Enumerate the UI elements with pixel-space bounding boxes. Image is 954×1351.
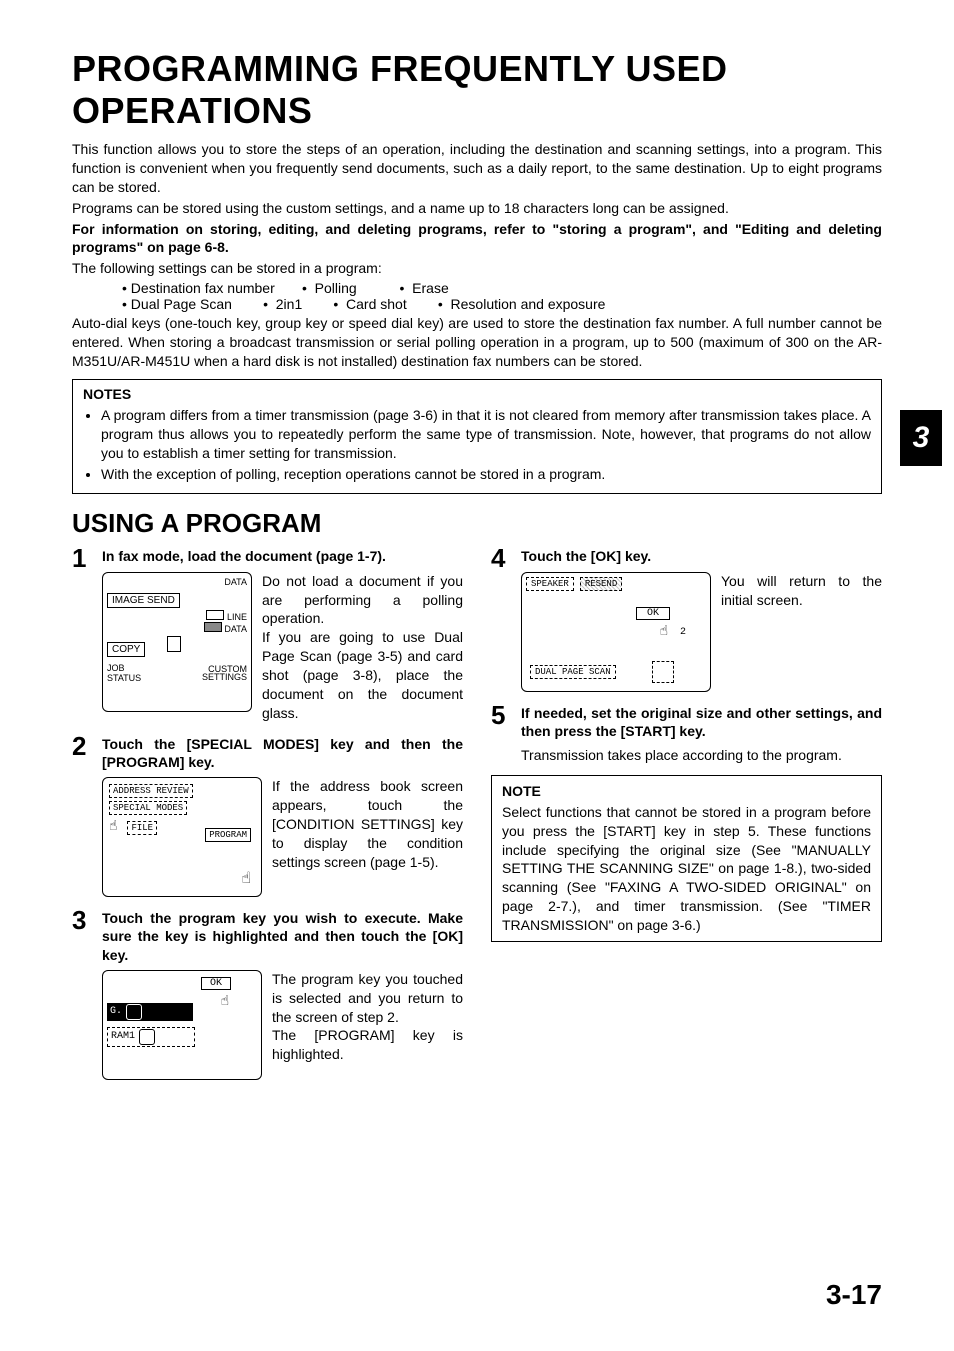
step-1-text: Do not load a document if you are perfor… xyxy=(262,572,463,723)
step-3-text: The program key you touched is selected … xyxy=(272,970,463,1064)
page: 3 PROGRAMMING FREQUENTLY USED OPERATIONS… xyxy=(0,0,954,1351)
step-5-text: Transmission takes place according to th… xyxy=(521,746,882,765)
step-1-num: 1 xyxy=(72,545,94,722)
step-2-num: 2 xyxy=(72,733,94,897)
step-5: 5 If needed, set the original size and o… xyxy=(491,702,882,765)
page-title: PROGRAMMING FREQUENTLY USED OPERATIONS xyxy=(72,48,882,132)
il4-dual-page-scan: DUAL PAGE SCAN xyxy=(530,665,616,679)
step-3-title: Touch the program key you wish to execut… xyxy=(102,909,463,964)
notes-bullet-2: With the exception of polling, reception… xyxy=(101,465,871,484)
step-4: 4 Touch the [OK] key. SPEAKER RESEND OK … xyxy=(491,545,882,691)
step-4-title: Touch the [OK] key. xyxy=(521,547,882,565)
il3-ok: OK xyxy=(201,977,231,990)
il2-special-modes: SPECIAL MODES xyxy=(109,801,187,815)
step-3-illustration: OK ☝ G. RAM1 xyxy=(102,970,262,1080)
chapter-tab: 3 xyxy=(900,410,942,466)
step-1-title: In fax mode, load the document (page 1-7… xyxy=(102,547,463,565)
step-1: 1 In fax mode, load the document (page 1… xyxy=(72,545,463,722)
il1-data2: DATA xyxy=(224,624,247,634)
il1-job-status: JOB STATUS xyxy=(107,663,161,683)
il1-copy: COPY xyxy=(107,642,145,657)
note-box: NOTE Select functions that cannot be sto… xyxy=(491,775,882,942)
intro-p3: For information on storing, editing, and… xyxy=(72,220,882,258)
il1-data: DATA xyxy=(224,577,247,587)
notes-box: NOTES A program differs from a timer tra… xyxy=(72,379,882,495)
il3-ram1: RAM1 xyxy=(111,1031,135,1042)
step-3-num: 3 xyxy=(72,907,94,1080)
step-4-text: You will return to the initial screen. xyxy=(721,572,882,610)
right-column: 4 Touch the [OK] key. SPEAKER RESEND OK … xyxy=(491,545,882,1089)
settings-row-1: • Destination fax number • Polling • Era… xyxy=(122,280,882,296)
columns: 1 In fax mode, load the document (page 1… xyxy=(72,545,882,1089)
step-2: 2 Touch the [SPECIAL MODES] key and then… xyxy=(72,733,463,897)
intro-p2: Programs can be stored using the custom … xyxy=(72,199,882,218)
notes-bullet-1: A program differs from a timer transmiss… xyxy=(101,406,871,463)
step-3: 3 Touch the program key you wish to exec… xyxy=(72,907,463,1080)
step-2-title: Touch the [SPECIAL MODES] key and then t… xyxy=(102,735,463,771)
intro-p4: The following settings can be stored in … xyxy=(72,259,882,278)
note-text: Select functions that cannot be stored i… xyxy=(502,803,871,935)
hand-icon: ☝ xyxy=(241,868,251,888)
hand-icon: ☝ xyxy=(660,623,668,640)
step-2-illustration: ADDRESS REVIEW SPECIAL MODES ☝ FILE PROG… xyxy=(102,777,262,897)
intro-p1: This function allows you to store the st… xyxy=(72,140,882,197)
il1-image-send: IMAGE SEND xyxy=(107,593,180,608)
intro-p5: Auto-dial keys (one-touch key, group key… xyxy=(72,314,882,371)
step-4-illustration: SPEAKER RESEND OK ☝ 2 DUAL PAGE SCAN xyxy=(521,572,711,692)
settings-row-2: • Dual Page Scan • 2in1 • Card shot • Re… xyxy=(122,296,882,312)
il4-resend: RESEND xyxy=(580,577,622,591)
up-arrow-icon xyxy=(652,661,674,683)
step-1-illustration: DATA IMAGE SEND LINE DATA COPY JOB STATU… xyxy=(102,572,252,712)
phone-icon xyxy=(139,1029,155,1045)
step-5-title: If needed, set the original size and oth… xyxy=(521,704,882,740)
phone-icon xyxy=(126,1004,142,1020)
notes-title: NOTES xyxy=(83,386,871,402)
section-title: USING A PROGRAM xyxy=(72,508,882,539)
step-5-num: 5 xyxy=(491,702,513,765)
hand-icon: ☝ xyxy=(221,993,229,1010)
il1-line: LINE xyxy=(227,612,247,622)
il1-custom: CUSTOM SETTINGS xyxy=(161,665,247,681)
step-2-text: If the address book screen appears, touc… xyxy=(272,777,463,871)
settings-list: • Destination fax number • Polling • Era… xyxy=(122,280,882,312)
il4-two: 2 xyxy=(680,627,686,638)
intro-block: This function allows you to store the st… xyxy=(72,140,882,371)
left-column: 1 In fax mode, load the document (page 1… xyxy=(72,545,463,1089)
il2-file: FILE xyxy=(127,821,157,835)
il2-program: PROGRAM xyxy=(205,828,251,842)
il3-g: G. xyxy=(110,1006,122,1017)
il2-address-review: ADDRESS REVIEW xyxy=(109,784,193,798)
step-4-num: 4 xyxy=(491,545,513,691)
il4-ok: OK xyxy=(636,607,670,620)
note-title: NOTE xyxy=(502,782,871,801)
page-number: 3-17 xyxy=(826,1279,882,1311)
il4-speaker: SPEAKER xyxy=(526,577,574,591)
